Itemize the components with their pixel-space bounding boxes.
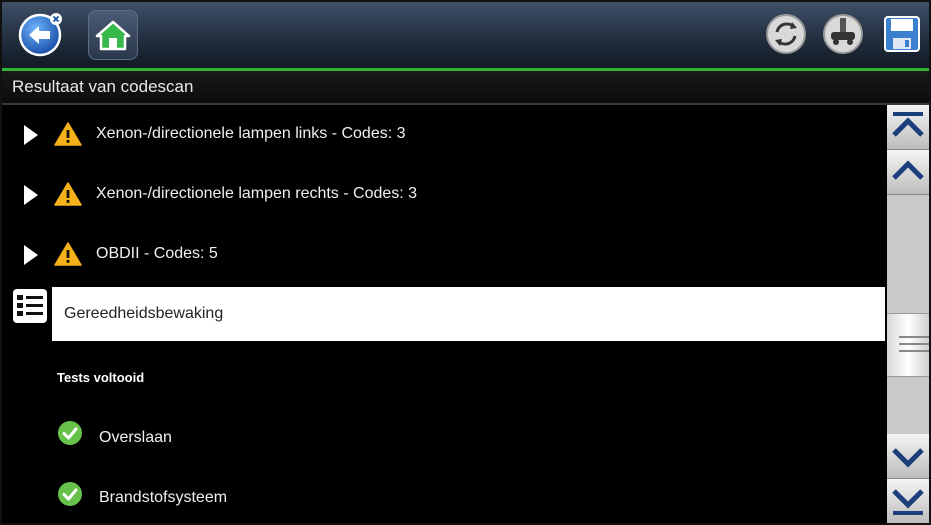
expand-arrow-icon[interactable] [24, 125, 38, 145]
scroll-up-button[interactable] [887, 150, 929, 195]
list-item[interactable]: OBDII - Codes: 5 [2, 225, 887, 283]
scroll-bottom-button[interactable] [887, 479, 929, 523]
section-heading: Tests voltooid [57, 370, 145, 385]
page-title: Resultaat van codescan [2, 71, 929, 103]
test-item-label: Brandstofsysteem [99, 489, 228, 506]
list-item[interactable]: Xenon-/directionele lampen rechts - Code… [2, 165, 887, 223]
expand-arrow-icon[interactable] [24, 185, 38, 205]
chevron-down-icon [892, 448, 924, 468]
selected-list-item[interactable]: Gereedheidsbewaking [52, 287, 885, 341]
warning-icon [54, 122, 82, 146]
result-list[interactable]: Xenon-/directionele lampen links - Codes… [2, 105, 887, 523]
check-icon [58, 421, 82, 445]
double-chevron-down-icon [892, 489, 924, 515]
list-item-label: Xenon-/directionele lampen rechts - Code… [96, 185, 418, 202]
back-arrow-icon [18, 13, 62, 57]
vehicle-connection-button[interactable] [819, 10, 867, 58]
home-icon [95, 20, 131, 51]
save-button[interactable] [878, 10, 926, 58]
list-item[interactable]: Xenon-/directionele lampen links - Codes… [2, 105, 887, 163]
check-icon [58, 482, 82, 506]
save-icon [884, 16, 920, 52]
back-button[interactable] [16, 10, 64, 58]
chevron-up-icon [892, 160, 924, 180]
selected-item-label: Gereedheidsbewaking [64, 305, 224, 322]
test-item-label: Overslaan [99, 429, 172, 446]
refresh-icon [766, 14, 806, 54]
double-chevron-up-icon [892, 112, 924, 137]
expand-arrow-icon[interactable] [24, 245, 38, 265]
list-item-label: Xenon-/directionele lampen links - Codes… [96, 125, 406, 142]
scroll-down-button[interactable] [887, 434, 929, 479]
list-item-label: OBDII - Codes: 5 [96, 245, 218, 262]
scrollbar[interactable] [887, 105, 929, 523]
scroll-top-button[interactable] [887, 105, 929, 150]
scroll-thumb[interactable] [887, 313, 929, 377]
checklist-icon [13, 289, 47, 323]
vehicle-connection-icon [823, 14, 863, 54]
app-window: Resultaat van codescan Xenon-/directione… [0, 0, 931, 525]
warning-icon [54, 242, 82, 266]
home-button[interactable] [88, 10, 138, 60]
refresh-button[interactable] [762, 10, 810, 58]
toolbar [2, 2, 929, 68]
warning-icon [54, 182, 82, 206]
